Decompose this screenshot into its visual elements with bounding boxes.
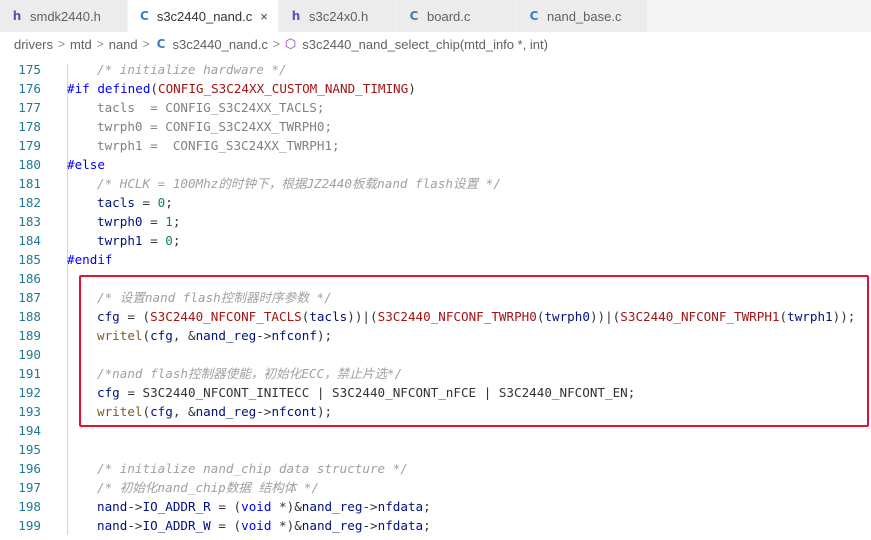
tab-nand-base-c[interactable]: C nand_base.c: [517, 0, 648, 32]
editor-tab-bar: h smdk2440.h C s3c2440_nand.c × h s3c24x…: [0, 0, 871, 32]
c-file-icon: C: [409, 9, 419, 23]
h-file-icon: h: [291, 9, 301, 23]
code-text: /* initialize nand_chip data structure *…: [97, 461, 408, 476]
code-line[interactable]: 178 twrph0 = CONFIG_S3C24XX_TWRPH0;: [0, 117, 871, 136]
line-number: 177: [18, 100, 41, 115]
tab-label: s3c24x0.h: [309, 8, 369, 24]
chevron-right-icon: >: [58, 37, 66, 51]
breadcrumb-mtd[interactable]: mtd: [70, 37, 92, 52]
line-number: 185: [18, 252, 41, 267]
line-number: 183: [18, 214, 41, 229]
tab-label: nand_base.c: [547, 8, 622, 24]
code-line[interactable]: 177 tacls = CONFIG_S3C24XX_TACLS;: [0, 98, 871, 117]
code-line[interactable]: 198 nand->IO_ADDR_R = (void *)&nand_reg->…: [0, 497, 871, 516]
line-number: 195: [18, 442, 41, 457]
c-file-icon: C: [140, 9, 149, 23]
line-number: 187: [18, 290, 41, 305]
line-number: 175: [18, 62, 41, 77]
h-file-icon: h: [12, 9, 22, 23]
chevron-right-icon: >: [272, 37, 280, 51]
code-line[interactable]: 183 twrph0 = 1;: [0, 212, 871, 231]
line-number: 184: [18, 233, 41, 248]
code-text: tacls = CONFIG_S3C24XX_TACLS;: [97, 100, 325, 115]
symbol-method-icon: ⬡: [284, 36, 297, 51]
c-file-icon: C: [529, 9, 539, 23]
chevron-right-icon: >: [96, 37, 104, 51]
line-number: 176: [18, 81, 41, 96]
code-text: /* 初始化nand_chip数据 结构体 */: [97, 480, 320, 495]
tab-label: board.c: [427, 8, 471, 24]
code-text: twrph1 = CONFIG_S3C24XX_TWRPH1;: [97, 138, 340, 153]
code-line[interactable]: 181 /* HCLK = 100Mhz的时钟下，根据JZ2440板载nand f…: [0, 174, 871, 193]
code-line[interactable]: 197 /* 初始化nand_chip数据 结构体 */: [0, 478, 871, 497]
close-icon[interactable]: ×: [260, 9, 268, 24]
line-number: 182: [18, 195, 41, 210]
line-number: 197: [18, 480, 41, 495]
highlight-annotation-box: [79, 275, 869, 427]
code-text: twrph0 = CONFIG_S3C24XX_TWRPH0;: [97, 119, 333, 134]
breadcrumb-nand[interactable]: nand: [109, 37, 138, 52]
breadcrumb-file[interactable]: s3c2440_nand.c: [172, 37, 267, 52]
code-text: #endif: [67, 252, 113, 267]
code-line[interactable]: 195: [0, 440, 871, 459]
line-number: 199: [18, 518, 41, 533]
code-text: nand->IO_ADDR_W = (void *)&nand_reg->nfd…: [97, 518, 431, 533]
code-line[interactable]: 196 /* initialize nand_chip data structur…: [0, 459, 871, 478]
line-number: 194: [18, 423, 41, 438]
line-number: 179: [18, 138, 41, 153]
code-text: twrph0 = 1;: [97, 214, 181, 229]
code-line[interactable]: 175 /* initialize hardware */: [0, 60, 871, 79]
code-line[interactable]: 180 #else: [0, 155, 871, 174]
code-line[interactable]: 179 twrph1 = CONFIG_S3C24XX_TWRPH1;: [0, 136, 871, 155]
breadcrumb-symbol[interactable]: s3c2440_nand_select_chip(mtd_info *, int…: [302, 37, 548, 52]
code-line[interactable]: 199 nand->IO_ADDR_W = (void *)&nand_reg->…: [0, 516, 871, 535]
code-text: /* HCLK = 100Mhz的时钟下，根据JZ2440板载nand flas…: [97, 176, 501, 191]
line-number: 193: [18, 404, 41, 419]
line-number: 181: [18, 176, 41, 191]
code-text: tacls = 0;: [97, 195, 173, 210]
code-line[interactable]: 182 tacls = 0;: [0, 193, 871, 212]
code-text: #if defined(CONFIG_S3C24XX_CUSTOM_NAND_T…: [67, 81, 416, 96]
line-number: 189: [18, 328, 41, 343]
code-text: #else: [67, 157, 105, 172]
line-number: 191: [18, 366, 41, 381]
tab-s3c24x0-h[interactable]: h s3c24x0.h: [279, 0, 397, 32]
line-number: 178: [18, 119, 41, 134]
code-text: /* initialize hardware */: [97, 62, 287, 77]
tab-board-c[interactable]: C board.c: [397, 0, 517, 32]
tab-label: s3c2440_nand.c: [156, 8, 253, 24]
code-line[interactable]: 185 #endif: [0, 250, 871, 269]
code-text: nand->IO_ADDR_R = (void *)&nand_reg->nfd…: [97, 499, 431, 514]
line-number: 180: [18, 157, 41, 172]
chevron-right-icon: >: [142, 37, 150, 51]
code-line[interactable]: 176 #if defined(CONFIG_S3C24XX_CUSTOM_NAN…: [0, 79, 871, 98]
line-number: 186: [18, 271, 41, 286]
line-number: 198: [18, 499, 41, 514]
c-file-icon: C: [156, 37, 166, 51]
code-line[interactable]: 184 twrph1 = 0;: [0, 231, 871, 250]
line-number: 190: [18, 347, 41, 362]
breadcrumb: drivers > mtd > nand > C s3c2440_nand.c …: [0, 32, 871, 56]
line-number: 196: [18, 461, 41, 476]
line-number: 188: [18, 309, 41, 324]
code-text: twrph1 = 0;: [97, 233, 181, 248]
tab-s3c2440-nand-c[interactable]: C s3c2440_nand.c ×: [128, 0, 279, 32]
tab-smdk2440-h[interactable]: h smdk2440.h: [0, 0, 128, 32]
tab-label: smdk2440.h: [30, 8, 101, 24]
line-number: 192: [18, 385, 41, 400]
breadcrumb-drivers[interactable]: drivers: [14, 37, 53, 52]
